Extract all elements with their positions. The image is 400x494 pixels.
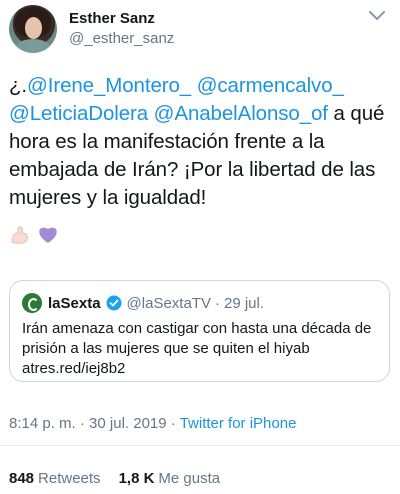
tweet-stats: 848 Retweets 1,8 K Me gusta xyxy=(9,470,220,487)
flexed-biceps-icon xyxy=(9,224,31,246)
avatar-shoulder xyxy=(15,39,51,53)
tweet-source-link[interactable]: Twitter for iPhone xyxy=(180,415,297,432)
quoted-tweet-handle: @laSextaTV xyxy=(126,294,211,312)
mention-link[interactable]: @Irene_Montero_ xyxy=(27,74,191,97)
tweet-date: 30 jul. 2019 xyxy=(89,415,167,432)
quoted-tweet-header: laSexta @laSextaTV · 29 jul. xyxy=(22,293,264,313)
tweet-text-prefix: ¿. xyxy=(9,74,28,97)
retweets-count: 848 xyxy=(9,470,35,487)
quoted-tweet-text: Irán amenaza con castigar con hasta una … xyxy=(22,320,372,377)
divider xyxy=(0,445,400,446)
user-handle[interactable]: @_esther_sanz xyxy=(69,30,174,47)
user-avatar[interactable] xyxy=(9,5,57,53)
mention-link[interactable]: @carmencalvo_ xyxy=(197,74,344,97)
likes-stat[interactable]: 1,8 K Me gusta xyxy=(119,470,221,487)
likes-label: Me gusta xyxy=(158,470,221,487)
quoted-tweet-separator: · xyxy=(214,294,220,312)
quoted-tweet-name: laSexta xyxy=(48,294,101,312)
retweets-label: Retweets xyxy=(38,470,101,487)
retweets-stat[interactable]: 848 Retweets xyxy=(9,470,101,487)
mention-link[interactable]: @LeticiaDolera xyxy=(9,102,148,125)
more-options-chevron-icon[interactable] xyxy=(366,8,388,24)
tweet-text: ¿.@Irene_Montero_ @carmencalvo_ @Leticia… xyxy=(9,72,394,212)
tweet-timestamp: 8:14 p. m. · 30 jul. 2019 · Twitter for … xyxy=(9,415,296,432)
avatar-face xyxy=(25,17,42,39)
lasexta-logo-icon xyxy=(22,293,42,313)
mention-link[interactable]: @AnabelAlonso_of xyxy=(154,102,328,125)
verified-badge-icon xyxy=(106,295,122,311)
timestamp-separator: · xyxy=(170,415,176,432)
emoji-row xyxy=(9,224,65,246)
quoted-tweet-date: 29 jul. xyxy=(223,294,265,312)
purple-heart-icon xyxy=(37,224,59,246)
likes-count: 1,8 K xyxy=(118,470,155,487)
timestamp-separator: · xyxy=(79,415,85,432)
tweet-time: 8:14 p. m. xyxy=(9,415,76,432)
quoted-tweet-card[interactable]: laSexta @laSextaTV · 29 jul. Irán amenaz… xyxy=(9,280,390,382)
user-name[interactable]: Esther Sanz xyxy=(69,10,155,27)
